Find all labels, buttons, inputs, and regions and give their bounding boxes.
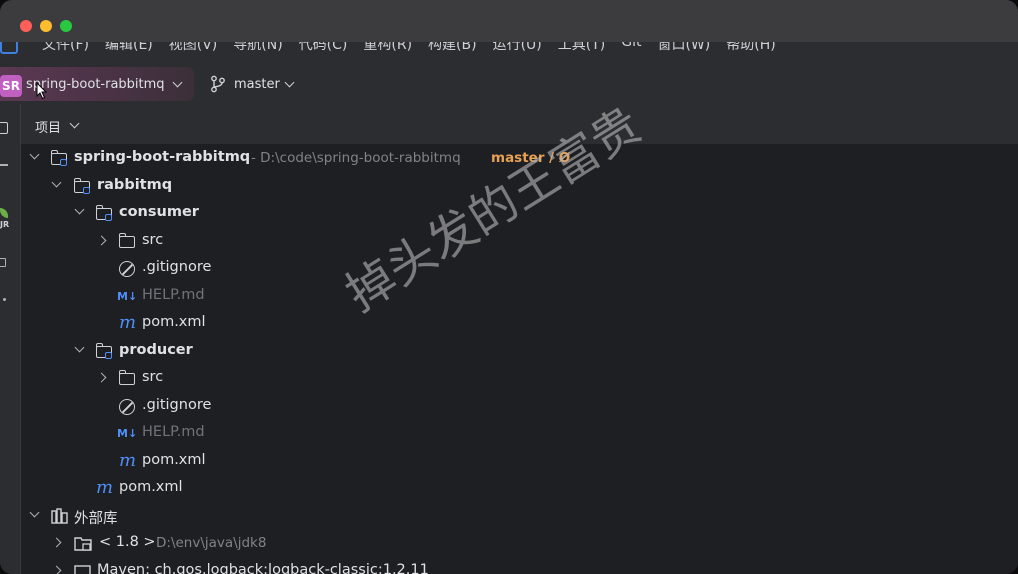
collapse-arrow-icon[interactable]: [29, 507, 40, 518]
jdk-version: < 1.8 >: [99, 534, 156, 550]
module-folder-icon: [51, 150, 69, 166]
git-branch-icon: [211, 75, 225, 93]
menu-edit[interactable]: 编辑(E): [105, 42, 153, 54]
gitignore-icon: [119, 398, 137, 415]
markdown-icon: M↓: [117, 427, 138, 440]
collapse-arrow-icon[interactable]: [29, 149, 40, 160]
tree-row-producer-src[interactable]: src: [21, 365, 1018, 392]
library-jar-icon: [74, 565, 91, 574]
tree-row-consumer-gitignore[interactable]: .gitignore: [21, 255, 1018, 282]
root-branch-tag: master / Ø: [491, 150, 571, 166]
tree-row-jdk[interactable]: < 1.8 > D:\env\java\jdk8: [21, 530, 1018, 557]
menu-help[interactable]: 帮助(H): [726, 42, 775, 54]
root-project-name: spring-boot-rabbitmq: [74, 149, 251, 165]
jdk-folder-icon: [74, 537, 92, 551]
chevron-down-icon: [172, 77, 183, 88]
chevron-down-icon: [284, 77, 295, 88]
file-name: pom.xml: [119, 479, 183, 495]
root-project-path: - D:\code\spring-boot-rabbitmq: [251, 150, 461, 166]
module-folder-icon: [74, 178, 92, 194]
folder-name: src: [142, 369, 164, 385]
module-name: rabbitmq: [97, 177, 173, 193]
tree-row-consumer-pom[interactable]: m pom.xml: [21, 310, 1018, 337]
file-name: pom.xml: [142, 314, 206, 330]
tree-row-consumer-src[interactable]: src: [21, 228, 1018, 255]
close-window-button[interactable]: [20, 20, 32, 32]
maven-icon: m: [119, 312, 137, 333]
tree-row-root[interactable]: spring-boot-rabbitmq - D:\code\spring-bo…: [21, 145, 1018, 172]
structure-tool-icon[interactable]: [0, 258, 6, 267]
folder-name: src: [142, 232, 164, 248]
main-toolbar: SR spring-boot-rabbitmq master: [0, 64, 1018, 105]
more-tools-icon[interactable]: [3, 298, 6, 301]
tree-row-maven-lib[interactable]: Maven: ch.qos.logback:logback-classic:1.…: [21, 558, 1018, 574]
menu-run[interactable]: 运行(U): [493, 42, 542, 54]
tree-row-external-libraries[interactable]: 外部库: [21, 503, 1018, 530]
commit-tool-icon[interactable]: [0, 164, 8, 166]
spring-tool-icon[interactable]: [0, 208, 8, 218]
expand-arrow-icon[interactable]: [51, 565, 62, 574]
folder-icon: [119, 233, 137, 249]
menu-file[interactable]: 文件(F): [42, 42, 89, 54]
external-libraries-label: 外部库: [74, 511, 118, 527]
project-badge: SR: [0, 75, 22, 97]
maven-library-name: Maven: ch.qos.logback:logback-classic:1.…: [97, 562, 429, 574]
file-name: .gitignore: [142, 259, 212, 275]
menu-window[interactable]: 窗口(W): [657, 42, 710, 54]
title-bar: [0, 0, 1018, 42]
folder-icon: [119, 370, 137, 386]
tree-row-consumer-help[interactable]: M↓ HELP.md: [21, 283, 1018, 310]
module-folder-icon: [96, 205, 114, 221]
expand-arrow-icon[interactable]: [51, 537, 62, 548]
tree-row-producer[interactable]: producer: [21, 338, 1018, 365]
markdown-icon: M↓: [117, 290, 138, 303]
minimize-window-button[interactable]: [40, 20, 52, 32]
panel-title[interactable]: 项目: [35, 117, 61, 136]
file-name: pom.xml: [142, 452, 206, 468]
module-name: producer: [119, 342, 193, 358]
chevron-down-icon[interactable]: [69, 118, 80, 129]
menu-tools[interactable]: 工具(T): [558, 42, 605, 54]
tree-row-producer-help[interactable]: M↓ HELP.md: [21, 420, 1018, 447]
library-icon: [51, 508, 68, 524]
branch-label: master: [234, 77, 280, 92]
menu-code[interactable]: 代码(C): [299, 42, 348, 54]
expand-arrow-icon[interactable]: [96, 235, 107, 246]
app-logo-icon: [0, 42, 18, 54]
zoom-window-button[interactable]: [60, 20, 72, 32]
tool-window-strip: JR: [0, 104, 21, 574]
tree-row-consumer[interactable]: consumer: [21, 200, 1018, 227]
jdk-path: D:\env\java\jdk8: [156, 535, 267, 551]
file-name: HELP.md: [142, 287, 205, 303]
file-name: HELP.md: [142, 424, 205, 440]
collapse-arrow-icon[interactable]: [74, 342, 85, 353]
collapse-arrow-icon[interactable]: [74, 204, 85, 215]
maven-icon: m: [119, 450, 137, 471]
tree-row-rabbitmq-pom[interactable]: m pom.xml: [21, 475, 1018, 502]
menu-bar: 文件(F) 编辑(E) 视图(V) 导航(N) 代码(C) 重构(R) 构建(B…: [0, 42, 1018, 64]
ide-window: 文件(F) 编辑(E) 视图(V) 导航(N) 代码(C) 重构(R) 构建(B…: [0, 0, 1018, 574]
tree-row-producer-gitignore[interactable]: .gitignore: [21, 393, 1018, 420]
module-name: consumer: [119, 204, 199, 220]
gitignore-icon: [119, 260, 137, 277]
jrebel-tool-icon[interactable]: JR: [0, 220, 9, 229]
menu-refactor[interactable]: 重构(R): [363, 42, 412, 54]
tree-row-producer-pom[interactable]: m pom.xml: [21, 448, 1018, 475]
project-switcher[interactable]: SR spring-boot-rabbitmq: [0, 67, 194, 101]
project-tree: spring-boot-rabbitmq - D:\code\spring-bo…: [21, 144, 1018, 574]
expand-arrow-icon[interactable]: [96, 372, 107, 383]
collapse-arrow-icon[interactable]: [51, 177, 62, 188]
tree-row-rabbitmq[interactable]: rabbitmq: [21, 173, 1018, 200]
maven-icon: m: [96, 477, 114, 498]
menu-build[interactable]: 构建(B): [428, 42, 477, 54]
file-name: .gitignore: [142, 397, 212, 413]
mouse-cursor-icon: [36, 82, 48, 100]
project-tool-icon[interactable]: [0, 122, 8, 134]
menu-view[interactable]: 视图(V): [169, 42, 218, 54]
git-branch-switcher[interactable]: master: [206, 67, 306, 101]
module-folder-icon: [96, 343, 114, 359]
project-panel-header: 项目: [21, 104, 1018, 144]
menu-navigate[interactable]: 导航(N): [233, 42, 282, 54]
menu-git[interactable]: Git: [621, 42, 641, 54]
